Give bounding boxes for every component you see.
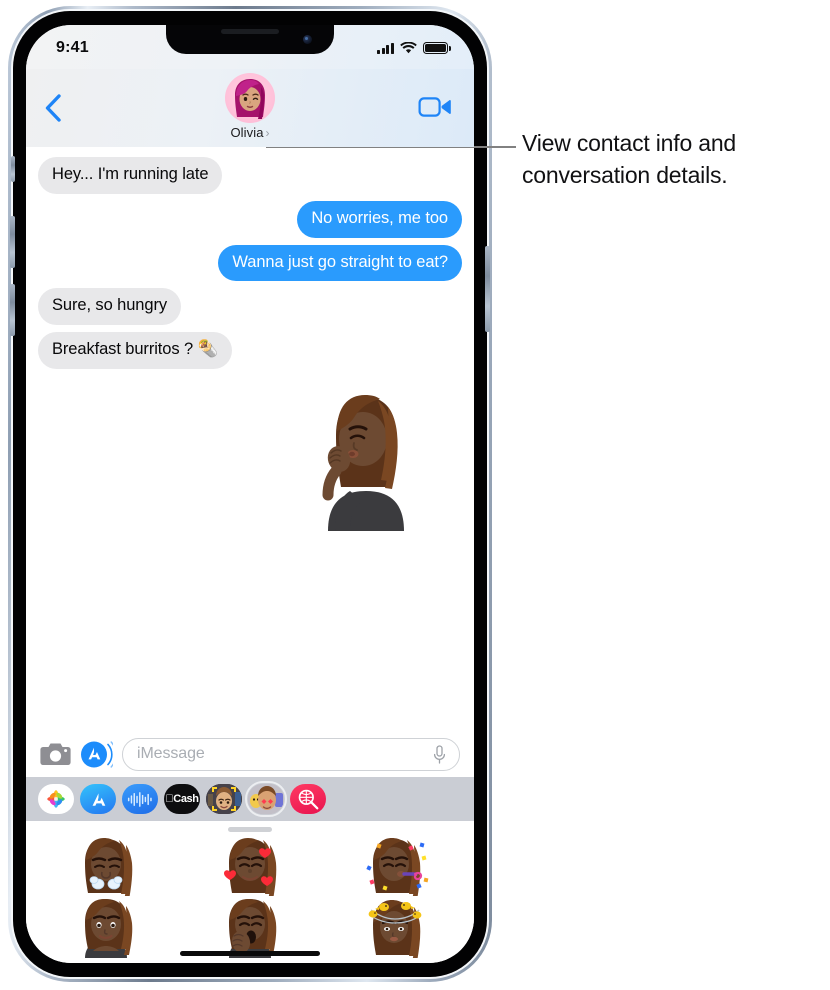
facetime-video-icon[interactable] [418, 95, 452, 119]
memoji-sticker-yawn[interactable] [178, 896, 322, 958]
volume-up-button[interactable] [10, 216, 15, 268]
contact-name: Olivia [230, 125, 264, 140]
images-search-app-icon[interactable] [290, 784, 326, 814]
message-input-placeholder: iMessage [137, 745, 205, 762]
message-row: Sure, so hungry [38, 288, 462, 326]
memoji-sticker-smile[interactable] [34, 896, 178, 958]
sticker-grid [26, 832, 474, 958]
device-bezel: 9:41 Olivia › Hey... I'm running late No… [13, 11, 487, 977]
apple-cash-app-icon[interactable]: Cash [164, 784, 200, 814]
message-bubble-incoming[interactable]: Sure, so hungry [38, 288, 181, 326]
front-camera-icon [303, 35, 312, 44]
silent-switch[interactable] [11, 156, 15, 182]
message-bubble-incoming[interactable]: Hey... I'm running late [38, 157, 223, 194]
microphone-icon[interactable] [432, 744, 447, 764]
memoji-avatar-olivia[interactable] [225, 73, 275, 123]
message-bubble-incoming[interactable]: Breakfast burritos ? 🌯 [38, 332, 232, 369]
device-inner-frame: 9:41 Olivia › Hey... I'm running late No… [11, 9, 489, 979]
chevron-right-icon: › [265, 125, 270, 140]
message-bubble-outgoing[interactable]: Wanna just go straight to eat? [218, 244, 462, 282]
photos-app-icon[interactable] [38, 784, 74, 814]
home-indicator[interactable] [180, 951, 320, 956]
volume-down-button[interactable] [10, 284, 15, 336]
conversation-header: Olivia › [26, 69, 474, 147]
power-button[interactable] [485, 246, 490, 332]
message-row-sticker [38, 383, 462, 531]
memoji-sticker-steam-nose[interactable] [34, 834, 178, 896]
app-store-icon[interactable] [80, 740, 117, 769]
iphone-device: 9:41 Olivia › Hey... I'm running late No… [8, 6, 492, 982]
apple-cash-label: Cash [165, 793, 199, 805]
memoji-sticker-chefs-kiss[interactable] [306, 383, 426, 531]
memoji-camera-app-icon[interactable] [206, 784, 242, 814]
memoji-sticker-party[interactable] [322, 834, 466, 896]
message-row: Breakfast burritos ? 🌯 [38, 332, 462, 369]
memoji-sticker-panel[interactable] [26, 821, 474, 963]
signal-bars-icon [377, 42, 394, 54]
battery-icon [423, 42, 451, 54]
memoji-stickers-app-icon[interactable] [244, 780, 288, 818]
earpiece-speaker-icon [221, 29, 279, 34]
message-bubble-outgoing[interactable]: No worries, me too [297, 200, 462, 238]
music-waveform-app-icon[interactable] [122, 784, 158, 814]
message-row: Hey... I'm running late [38, 157, 462, 194]
memoji-sticker-hearts[interactable] [178, 834, 322, 896]
imessage-app-drawer[interactable]: Cash [26, 777, 474, 821]
message-input-field[interactable]: iMessage [122, 737, 460, 771]
message-thread[interactable]: Hey... I'm running late No worries, me t… [26, 147, 474, 743]
memoji-sticker-birds[interactable] [322, 896, 466, 958]
contact-name-row[interactable]: Olivia › [230, 125, 269, 140]
status-indicators [377, 40, 451, 54]
wifi-icon [400, 42, 417, 54]
notch [166, 25, 334, 54]
message-row: No worries, me too [38, 200, 462, 238]
app-store-app-icon[interactable] [80, 784, 116, 814]
camera-icon[interactable] [40, 741, 71, 767]
message-row: Wanna just go straight to eat? [38, 244, 462, 282]
back-chevron-icon[interactable] [42, 93, 64, 123]
message-composer: iMessage [26, 731, 474, 777]
phone-screen: 9:41 Olivia › Hey... I'm running late No… [26, 25, 474, 963]
callout-text: View contact info and conversation detai… [522, 130, 737, 188]
status-clock: 9:41 [56, 39, 89, 56]
contact-info-button[interactable]: Olivia › [225, 73, 275, 140]
